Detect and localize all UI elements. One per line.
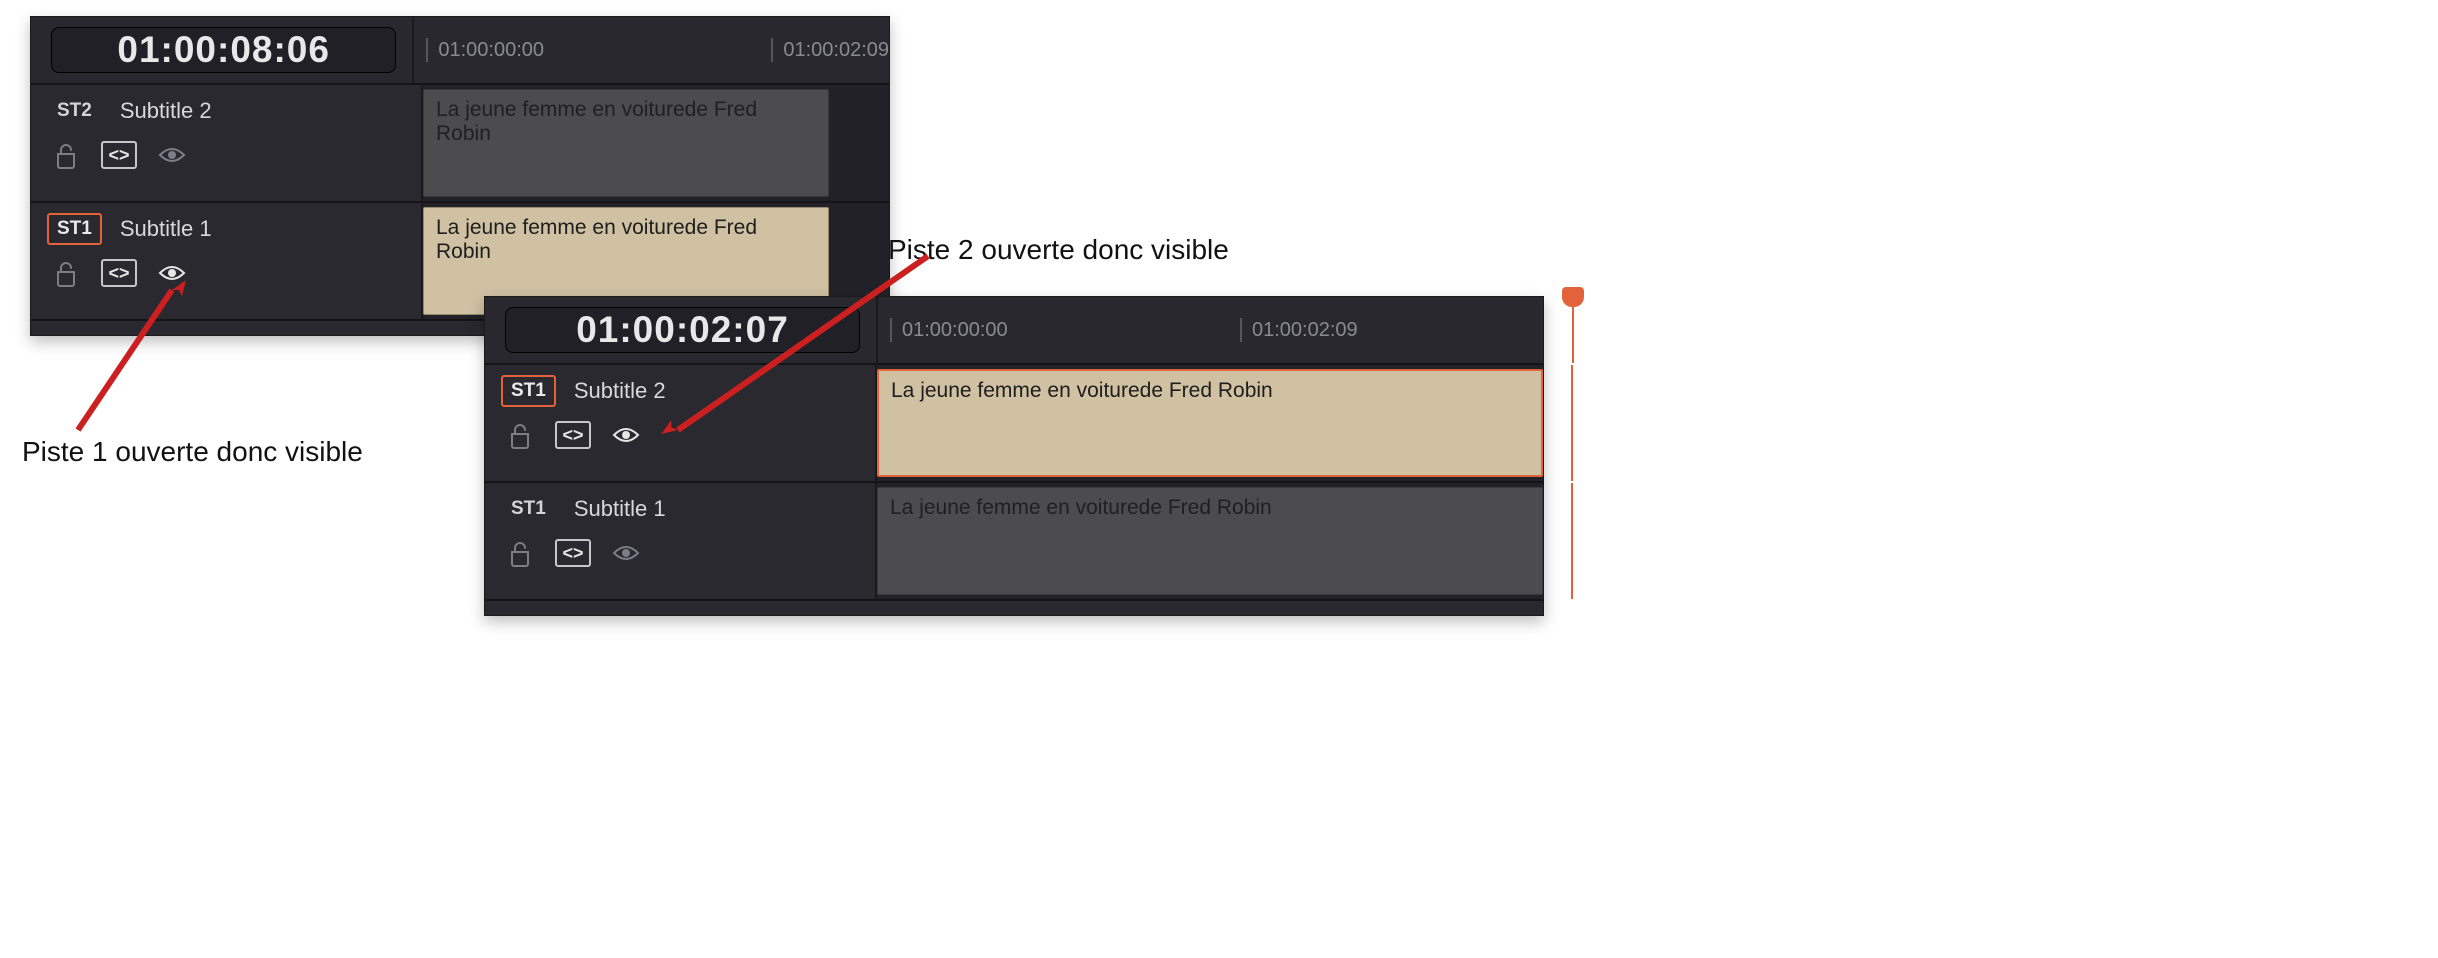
track-badge[interactable]: ST1 xyxy=(501,493,556,525)
track-header[interactable]: ST1 Subtitle 1 <> xyxy=(485,483,877,599)
playhead-handle-icon[interactable] xyxy=(1562,287,1584,307)
track-header[interactable]: ST2 Subtitle 2 <> xyxy=(31,85,423,201)
lock-icon[interactable] xyxy=(503,421,537,449)
timecode-display[interactable]: 01:00:02:07 xyxy=(505,307,860,353)
lock-icon[interactable] xyxy=(49,141,83,169)
track-lane[interactable]: La jeune femme en voiturede Fred Robin xyxy=(877,483,1543,599)
ruler-row: 01:00:02:07 01:00:00:00 01:00:02:09 xyxy=(485,297,1543,365)
playhead-line xyxy=(1571,365,1573,481)
auto-caption-toggle[interactable]: <> xyxy=(555,539,591,567)
auto-caption-toggle[interactable]: <> xyxy=(101,141,137,169)
lock-icon[interactable] xyxy=(503,539,537,567)
track-badge[interactable]: ST1 xyxy=(501,375,556,407)
eye-icon[interactable] xyxy=(609,539,643,567)
track-badge[interactable]: ST2 xyxy=(47,95,102,127)
ruler-label: 01:00:00:00 xyxy=(438,39,544,62)
playhead-line xyxy=(1571,483,1573,599)
timeline-panel-2: 01:00:02:07 01:00:00:00 01:00:02:09 ST1 … xyxy=(484,296,1544,616)
playhead[interactable] xyxy=(1572,297,1574,363)
track-lane[interactable]: La jeune femme en voiturede Fred Robin xyxy=(423,85,889,201)
timeline-panel-1: 01:00:08:06 01:00:00:00 01:00:02:09 ST2 … xyxy=(30,16,890,336)
track-name-label: Subtitle 2 xyxy=(574,378,666,404)
auto-caption-toggle[interactable]: <> xyxy=(555,421,591,449)
track-name-label: Subtitle 1 xyxy=(574,496,666,522)
clip-text: La jeune femme en voiturede Fred Robin xyxy=(436,98,757,145)
subtitle-track: ST1 Subtitle 2 <> La jeune femme en voit… xyxy=(485,365,1543,483)
subtitle-clip[interactable]: La jeune femme en voiturede Fred Robin xyxy=(877,369,1543,477)
ruler-label: 01:00:00:00 xyxy=(902,319,1008,342)
track-header[interactable]: ST1 Subtitle 1 <> xyxy=(31,203,423,319)
annotation-label: Piste 1 ouverte donc visible xyxy=(22,436,363,468)
clip-text: La jeune femme en voiturede Fred Robin xyxy=(436,216,757,263)
clip-text: La jeune femme en voiturede Fred Robin xyxy=(891,379,1273,402)
time-ruler[interactable]: 01:00:00:00 01:00:02:09 xyxy=(412,17,889,83)
track-name-label: Subtitle 1 xyxy=(120,216,212,242)
track-lane[interactable]: La jeune femme en voiturede Fred Robin xyxy=(877,365,1543,481)
time-ruler[interactable]: 01:00:00:00 01:00:02:09 xyxy=(876,297,1543,363)
ruler-label: 01:00:02:09 xyxy=(783,39,889,62)
timecode-display[interactable]: 01:00:08:06 xyxy=(51,27,396,73)
lock-icon[interactable] xyxy=(49,259,83,287)
eye-icon[interactable] xyxy=(609,421,643,449)
annotation-label: Piste 2 ouverte donc visible xyxy=(888,234,1229,266)
subtitle-clip[interactable]: La jeune femme en voiturede Fred Robin xyxy=(877,487,1543,595)
eye-icon[interactable] xyxy=(155,259,189,287)
track-name-label: Subtitle 2 xyxy=(120,98,212,124)
clip-text: La jeune femme en voiturede Fred Robin xyxy=(890,496,1272,519)
eye-icon[interactable] xyxy=(155,141,189,169)
auto-caption-toggle[interactable]: <> xyxy=(101,259,137,287)
subtitle-track: ST1 Subtitle 1 <> La jeune femme en voit… xyxy=(485,483,1543,601)
subtitle-track: ST2 Subtitle 2 <> La jeune femme en voit… xyxy=(31,85,889,203)
timecode-text: 01:00:02:07 xyxy=(576,309,789,351)
timecode-text: 01:00:08:06 xyxy=(117,29,330,71)
subtitle-clip[interactable]: La jeune femme en voiturede Fred Robin xyxy=(423,89,829,197)
ruler-label: 01:00:02:09 xyxy=(1252,319,1358,342)
ruler-row: 01:00:08:06 01:00:00:00 01:00:02:09 xyxy=(31,17,889,85)
track-badge[interactable]: ST1 xyxy=(47,213,102,245)
track-header[interactable]: ST1 Subtitle 2 <> xyxy=(485,365,877,481)
